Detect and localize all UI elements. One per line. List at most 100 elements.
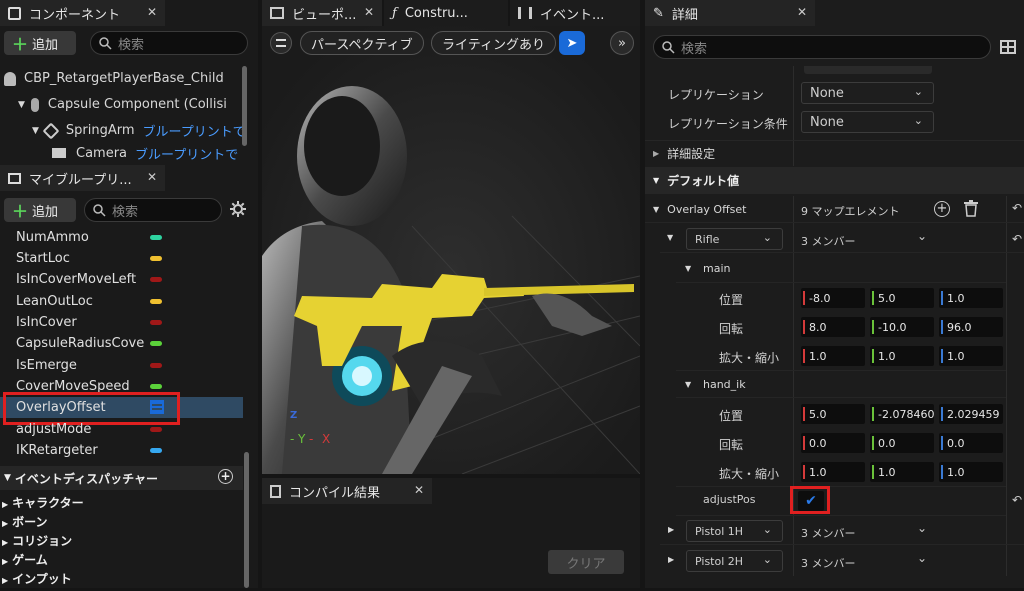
trash-icon[interactable] xyxy=(963,200,979,217)
advanced-section-header[interactable]: ▶ 詳細設定 xyxy=(645,140,1024,165)
add-variable-button[interactable]: ＋追加 xyxy=(4,198,76,222)
viewport-scene xyxy=(262,26,640,474)
blueprint-search-input[interactable]: 検索 xyxy=(84,198,222,222)
handik-scale-x-field[interactable]: 1.0 xyxy=(801,462,865,482)
tree-item-camera[interactable]: Camera ブループリントで xyxy=(52,146,238,160)
variable-item[interactable]: IsInCoverMoveLeft xyxy=(16,269,136,290)
reset-arrow-icon[interactable]: ↶ xyxy=(1012,493,1022,507)
main-struct-row[interactable]: ▼ main xyxy=(676,255,1006,283)
gear-icon[interactable] xyxy=(229,200,247,218)
variable-item[interactable]: LeanOutLoc xyxy=(16,291,93,312)
tab-viewport[interactable]: ビューポ... ✕ xyxy=(262,0,382,26)
pistol1h-key-dropdown[interactable]: Pistol 1H ⌄ xyxy=(686,520,783,542)
main-location-x-field[interactable]: -8.0 xyxy=(801,288,865,308)
add-component-button[interactable]: ＋追加 xyxy=(4,31,76,55)
variable-item[interactable]: IsInCover xyxy=(16,312,77,333)
tree-item-capsule[interactable]: ▼ Capsule Component (Collisi xyxy=(18,94,227,115)
replication-condition-dropdown[interactable]: None ⌄ xyxy=(801,111,934,133)
reset-arrow-icon[interactable]: ↶ xyxy=(1012,232,1022,246)
clear-button[interactable]: クリア xyxy=(548,550,624,574)
viewport-overflow-button[interactable]: » xyxy=(610,31,634,55)
main-rotation-y-field[interactable]: -10.0 xyxy=(870,317,934,337)
search-icon xyxy=(662,40,675,54)
handik-location-y-field[interactable]: -2.078460 xyxy=(870,404,934,424)
viewport-area[interactable] xyxy=(262,26,640,474)
event-dispatcher-header[interactable]: ▼ イベントディスパッチャー + xyxy=(0,466,243,490)
close-icon[interactable]: ✕ xyxy=(147,170,157,184)
chevron-down-icon[interactable]: ⌄ xyxy=(917,521,927,535)
main-scale-label: 拡大・縮小 xyxy=(719,351,780,365)
category-item[interactable]: ▶ ゲーム xyxy=(0,550,48,570)
hamburger-icon xyxy=(276,39,286,47)
main-scale-x-field[interactable]: 1.0 xyxy=(801,346,865,366)
hand-ik-struct-row[interactable]: ▼ hand_ik xyxy=(676,370,1006,398)
handik-rotation-x-field[interactable]: 0.0 xyxy=(801,433,865,453)
tab-event-graph[interactable]: イベント... xyxy=(510,0,640,26)
tab-compile-results[interactable]: コンパイル結果 ✕ xyxy=(262,478,432,504)
clipped-row xyxy=(804,66,932,74)
tree-item-springarm[interactable]: ▼ SpringArm ブループリントで xyxy=(32,120,246,141)
handik-rotation-y-field[interactable]: 0.0 xyxy=(870,433,934,453)
tab-construction-script[interactable]: ƒ Constru... xyxy=(384,0,508,26)
tab-details[interactable]: ✎ 詳細 ✕ xyxy=(645,0,815,26)
close-icon[interactable]: ✕ xyxy=(364,5,374,19)
main-scale-y-field[interactable]: 1.0 xyxy=(870,346,934,366)
event-graph-icon xyxy=(518,7,532,19)
handik-scale-z-field[interactable]: 1.0 xyxy=(939,462,1003,482)
pistol2h-key-dropdown[interactable]: Pistol 2H ⌄ xyxy=(686,550,783,572)
variable-item[interactable]: IKRetargeter xyxy=(16,440,98,461)
replication-condition-label: レプリケーション条件 xyxy=(668,117,788,131)
details-search-input[interactable]: 検索 xyxy=(653,35,991,59)
chevron-down-icon[interactable]: ⌄ xyxy=(917,551,927,565)
variable-item[interactable]: IsEmerge xyxy=(16,355,77,376)
viewport-menu-button[interactable] xyxy=(270,32,292,54)
main-rotation-z-field[interactable]: 96.0 xyxy=(939,317,1003,337)
close-icon[interactable]: ✕ xyxy=(414,483,424,497)
close-icon[interactable]: ✕ xyxy=(797,5,807,19)
category-item[interactable]: ▶ ボーン xyxy=(0,512,48,532)
chevron-down-icon[interactable]: ⌄ xyxy=(917,229,927,243)
tree-item-root[interactable]: CBP_RetargetPlayerBase_Child xyxy=(4,68,224,89)
handik-location-z-field[interactable]: 2.029459 xyxy=(939,404,1003,424)
variable-item[interactable]: CapsuleRadiusCove xyxy=(16,333,144,354)
variable-type-pill xyxy=(150,256,162,261)
variable-item[interactable]: adjustMode xyxy=(16,419,91,440)
replication-label: レプリケーション xyxy=(668,88,764,102)
category-item[interactable]: ▶ キャラクター xyxy=(0,493,84,513)
main-location-z-field[interactable]: 1.0 xyxy=(939,288,1003,308)
add-dispatcher-icon[interactable]: + xyxy=(218,469,233,484)
category-item[interactable]: ▶ コリジョン xyxy=(0,531,72,551)
main-location-y-field[interactable]: 5.0 xyxy=(870,288,934,308)
select-mode-button[interactable]: ➤ xyxy=(559,31,585,55)
variable-type-pill xyxy=(150,384,162,389)
double-chevron-icon: » xyxy=(618,35,626,51)
variable-item[interactable]: StartLoc xyxy=(16,248,70,269)
tab-components[interactable]: コンポーネント ✕ xyxy=(0,0,165,26)
defaults-section-header[interactable]: ▼ デフォルト値 xyxy=(645,167,1024,194)
axis-gizmo: Z - Y - X xyxy=(290,410,340,450)
handik-scale-y-field[interactable]: 1.0 xyxy=(870,462,934,482)
expand-arrow-icon: ▶ xyxy=(2,519,9,528)
variable-item[interactable]: NumAmmo xyxy=(16,227,89,248)
close-icon[interactable]: ✕ xyxy=(147,5,157,19)
blueprint-scrollbar[interactable] xyxy=(244,452,249,588)
table-view-icon[interactable] xyxy=(1000,40,1016,54)
components-scrollbar[interactable] xyxy=(242,66,247,146)
category-item[interactable]: ▶ インプット xyxy=(0,569,72,589)
perspective-button[interactable]: パースペクティブ xyxy=(300,31,424,55)
components-tab-label: コンポーネント xyxy=(29,7,121,23)
add-element-icon[interactable]: + xyxy=(934,201,950,217)
expand-arrow-icon: ▼ xyxy=(18,99,25,110)
tab-my-blueprint[interactable]: マイブループリ... ✕ xyxy=(0,165,165,191)
handik-rotation-z-field[interactable]: 0.0 xyxy=(939,433,1003,453)
lighting-button[interactable]: ライティングあり xyxy=(431,31,556,55)
chevron-down-icon: ⌄ xyxy=(762,231,772,244)
component-search-input[interactable]: 検索 xyxy=(90,31,248,55)
expand-arrow-icon: ▶ xyxy=(668,525,675,534)
handik-location-x-field[interactable]: 5.0 xyxy=(801,404,865,424)
replication-dropdown[interactable]: None ⌄ xyxy=(801,82,934,104)
reset-arrow-icon[interactable]: ↶ xyxy=(1012,201,1022,215)
main-scale-z-field[interactable]: 1.0 xyxy=(939,346,1003,366)
rifle-key-dropdown[interactable]: Rifle ⌄ xyxy=(686,228,783,250)
main-rotation-x-field[interactable]: 8.0 xyxy=(801,317,865,337)
